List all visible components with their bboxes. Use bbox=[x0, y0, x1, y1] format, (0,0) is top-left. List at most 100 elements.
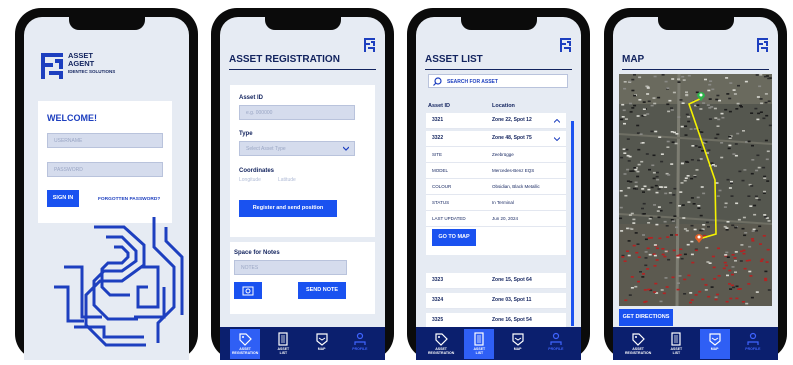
type-select-placeholder: Select Asset Type bbox=[246, 146, 286, 152]
forgot-password-link[interactable]: FORGOTTEN PASSWORD? bbox=[98, 197, 160, 202]
map-pin-icon bbox=[512, 332, 524, 346]
nav-label: MAP bbox=[317, 346, 326, 351]
asset-id-cell: 3322 bbox=[432, 135, 444, 141]
map-pin-icon bbox=[316, 332, 328, 346]
detail-value: Mercedes-Benz EQS bbox=[492, 168, 535, 173]
longitude-field[interactable]: Longitude bbox=[239, 177, 261, 183]
search-input[interactable]: SEARCH FOR ASSET bbox=[428, 74, 568, 88]
tag-icon bbox=[435, 332, 448, 346]
phone-asset-list: ASSET LIST SEARCH FOR ASSET Asset ID Loc… bbox=[407, 8, 590, 360]
title-divider bbox=[622, 69, 769, 70]
register-button[interactable]: Register and send position bbox=[239, 200, 337, 217]
nav-profile[interactable]: PROFILE bbox=[541, 329, 571, 359]
send-note-button[interactable]: SEND NOTE bbox=[298, 282, 346, 299]
nav-asset-registration[interactable]: ASSET REGISTRATION bbox=[426, 329, 456, 359]
nav-asset-list[interactable]: ASSET LIST bbox=[661, 329, 691, 359]
tag-icon bbox=[239, 332, 252, 346]
detail-key: SITE bbox=[432, 152, 443, 157]
asset-id-cell: 3323 bbox=[432, 277, 444, 283]
asset-location-pin-icon bbox=[695, 234, 703, 243]
table-row[interactable]: 3324 Zone 03, Spot 11 bbox=[426, 293, 566, 309]
app-logo-icon bbox=[560, 38, 571, 52]
map-pin-icon bbox=[709, 332, 721, 346]
map-screen: MAP GET DIRECTIONS ASSET REGISTRATION AS… bbox=[613, 17, 778, 360]
title-divider bbox=[229, 69, 376, 70]
location-cell: Zone 22, Spot 12 bbox=[492, 117, 532, 123]
nav-label: REGISTRATION bbox=[428, 350, 455, 355]
title-divider bbox=[425, 69, 572, 70]
username-field[interactable]: USERNAME bbox=[47, 133, 163, 148]
asset-agent-logo-icon bbox=[41, 53, 63, 79]
nav-asset-registration[interactable]: ASSET REGISTRATION bbox=[230, 328, 261, 359]
map-view[interactable] bbox=[619, 74, 772, 306]
maze-decoration-icon bbox=[54, 217, 184, 347]
detail-value: Jun 20, 2024 bbox=[492, 216, 519, 221]
get-directions-button[interactable]: GET DIRECTIONS bbox=[619, 309, 673, 326]
brand-line-3: IDENTEC SOLUTIONS bbox=[68, 69, 116, 74]
nav-map[interactable]: MAP bbox=[503, 329, 533, 359]
phone-notch bbox=[68, 17, 145, 30]
asset-id-label: Asset ID bbox=[239, 95, 264, 101]
detail-row: STATUS In Terminal bbox=[426, 196, 566, 211]
camera-button[interactable] bbox=[234, 282, 262, 299]
nav-label: PROFILE bbox=[548, 346, 564, 351]
welcome-heading: WELCOME! bbox=[47, 113, 97, 123]
nav-label: LIST bbox=[279, 350, 288, 355]
nav-map[interactable]: MAP bbox=[307, 329, 337, 359]
notes-card: Space for Notes NOTES SEND NOTE bbox=[230, 242, 375, 314]
coordinates-label: Coordinates bbox=[239, 168, 275, 174]
destination-pin-icon bbox=[697, 92, 705, 101]
asset-id-input[interactable]: e.g. 000000 bbox=[239, 105, 355, 120]
asset-list-screen: ASSET LIST SEARCH FOR ASSET Asset ID Loc… bbox=[416, 17, 581, 360]
document-icon bbox=[474, 331, 484, 346]
location-cell: Zone 48, Spot 75 bbox=[492, 135, 532, 141]
phone-login: ASSET AGENT IDENTEC SOLUTIONS WELCOME! U… bbox=[15, 8, 198, 360]
scrollbar[interactable] bbox=[571, 121, 574, 326]
expanded-row: 3322 Zone 48, Spot 75 SITE Zeebrügge MODEL… bbox=[426, 131, 566, 255]
document-icon bbox=[671, 331, 681, 346]
phone-notch bbox=[264, 17, 341, 30]
detail-row: MODEL Mercedes-Benz EQS bbox=[426, 164, 566, 179]
latitude-field[interactable]: Latitude bbox=[278, 177, 296, 183]
type-select[interactable]: Select Asset Type bbox=[239, 141, 355, 156]
bottom-nav: ASSET REGISTRATION ASSET LIST MAP PROFIL… bbox=[220, 327, 385, 360]
nav-profile[interactable]: PROFILE bbox=[345, 329, 375, 359]
column-header-asset-id: Asset ID bbox=[428, 103, 451, 109]
location-cell: Zone 16, Spot 54 bbox=[492, 317, 532, 323]
registration-form: Asset ID e.g. 000000 Type Select Asset T… bbox=[230, 85, 375, 237]
nav-asset-registration[interactable]: ASSET REGISTRATION bbox=[623, 329, 653, 359]
table-row[interactable]: 3321 Zone 22, Spot 12 bbox=[426, 113, 566, 129]
app-logo-icon bbox=[757, 38, 768, 52]
password-field[interactable]: PASSWORD bbox=[47, 162, 163, 177]
phone-notch bbox=[657, 17, 734, 30]
detail-value: Obsidian, Black Metallic bbox=[492, 184, 540, 189]
profile-icon bbox=[747, 332, 759, 345]
nav-label: MAP bbox=[513, 346, 522, 351]
location-cell: Zone 15, Spot 64 bbox=[492, 277, 532, 283]
nav-label: LIST bbox=[672, 350, 681, 355]
table-row[interactable]: 3322 Zone 48, Spot 75 bbox=[426, 131, 566, 147]
asset-id-cell: 3324 bbox=[432, 297, 444, 303]
nav-asset-list[interactable]: ASSET LIST bbox=[268, 329, 298, 359]
nav-profile[interactable]: PROFILE bbox=[738, 329, 768, 359]
nav-label: PROFILE bbox=[352, 346, 368, 351]
phone-notch bbox=[460, 17, 537, 30]
nav-map[interactable]: MAP bbox=[699, 328, 730, 359]
sign-in-button[interactable]: SIGN IN bbox=[47, 190, 79, 207]
detail-row: SITE Zeebrügge bbox=[426, 148, 566, 163]
detail-key: LAST UPDATED bbox=[432, 216, 466, 221]
notes-input[interactable]: NOTES bbox=[234, 260, 347, 275]
go-to-map-button[interactable]: GO TO MAP bbox=[432, 229, 476, 246]
table-row[interactable]: 3323 Zone 15, Spot 64 bbox=[426, 273, 566, 289]
aerial-map-image bbox=[619, 74, 772, 306]
profile-icon bbox=[354, 332, 366, 345]
page-title: ASSET REGISTRATION bbox=[229, 54, 340, 65]
asset-id-cell: 3325 bbox=[432, 317, 444, 323]
chevron-down-icon bbox=[554, 137, 560, 141]
app-logo-icon bbox=[364, 38, 375, 52]
registration-screen: ASSET REGISTRATION Asset ID e.g. 000000 … bbox=[220, 17, 385, 360]
phone-registration: ASSET REGISTRATION Asset ID e.g. 000000 … bbox=[211, 8, 394, 360]
bottom-nav: ASSET REGISTRATION ASSET LIST MAP PROFIL… bbox=[613, 327, 778, 360]
nav-asset-list[interactable]: ASSET LIST bbox=[464, 328, 495, 359]
nav-label: REGISTRATION bbox=[625, 350, 652, 355]
